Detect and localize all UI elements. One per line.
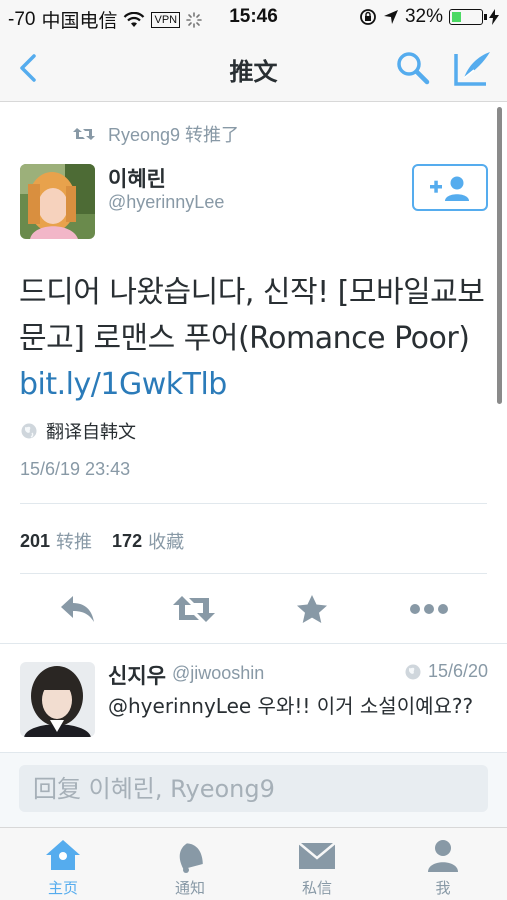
reply-author-handle[interactable]: @jiwooshin [172, 663, 264, 684]
search-icon[interactable] [393, 48, 433, 88]
envelope-icon [298, 841, 336, 869]
reply-icon [61, 596, 94, 622]
reply-author-avatar-image [20, 662, 95, 737]
reply-author-name[interactable]: 신지우 [108, 660, 166, 690]
rotation-lock-icon [360, 9, 376, 25]
tab-bar: 主页 通知 私信 我 [0, 827, 507, 900]
location-arrow-icon [383, 10, 398, 24]
retweet-count[interactable]: 201 [20, 531, 50, 552]
reply-compose-bar [0, 752, 507, 827]
reply-input[interactable] [19, 765, 488, 812]
retweet-label[interactable]: 转推 [56, 528, 92, 554]
star-icon [297, 595, 327, 623]
author-handle[interactable]: @hyerinnyLee [108, 192, 224, 213]
divider [20, 573, 487, 574]
tab-notifications[interactable]: 通知 [145, 832, 235, 898]
follow-button[interactable] [412, 164, 488, 211]
globe-icon [405, 664, 421, 679]
tab-me[interactable]: 我 [398, 832, 488, 898]
tab-label: 通知 [174, 880, 205, 897]
tweet-text-line: 드디어 나왔습니다, 신작! [모바일교보 [19, 275, 485, 310]
add-user-icon [430, 176, 469, 201]
divider [20, 503, 487, 504]
tweet-text: 드디어 나왔습니다, 신작! [모바일교보 문고] 로맨스 푸어(Romance… [19, 270, 491, 408]
tweet-link[interactable]: bit.ly/1GwkTlb [19, 362, 491, 408]
more-dots-icon [410, 604, 448, 614]
compose-icon[interactable] [452, 48, 494, 88]
favorite-count[interactable]: 172 [112, 531, 142, 552]
reply-meta: 15/6/20 [404, 661, 488, 682]
status-bar: -70 中国电信 VPN 15:46 32% [0, 0, 507, 34]
scrollbar[interactable] [497, 107, 502, 404]
tab-label: 私信 [301, 880, 332, 897]
retweet-small-icon [73, 128, 95, 140]
favorite-button[interactable] [290, 588, 334, 630]
battery-icon [449, 9, 487, 25]
battery-level [452, 12, 461, 22]
reply-text: @hyerinnyLee 우와!! 이거 소설이예요?? [108, 694, 474, 718]
reply-button[interactable] [56, 588, 100, 630]
person-icon [428, 839, 458, 872]
tweet-actions [0, 588, 507, 630]
globe-icon [21, 423, 37, 439]
chevron-left-icon[interactable] [10, 48, 46, 88]
home-icon [46, 839, 80, 870]
tweet-text-line: 문고] 로맨스 푸어(Romance Poor) [19, 321, 470, 356]
bell-icon [179, 842, 203, 873]
charging-bolt-icon [489, 9, 499, 25]
author-name[interactable]: 이혜린 [108, 163, 166, 193]
retweet-button[interactable] [172, 588, 216, 630]
more-button[interactable] [407, 588, 451, 630]
avatar[interactable] [20, 662, 95, 737]
tweet-stats: 201 转推 172 收藏 [20, 528, 184, 554]
translate-row[interactable]: 翻译自韩文 [20, 418, 136, 444]
tab-label: 主页 [47, 880, 78, 897]
retweet-context: Ryeong9 转推了 [72, 121, 239, 147]
tab-messages[interactable]: 私信 [272, 832, 362, 898]
status-right: 32% [359, 6, 499, 28]
divider [0, 643, 507, 644]
tab-label: 我 [435, 880, 451, 897]
tab-home[interactable]: 主页 [18, 832, 108, 898]
retweet-icon [173, 596, 215, 622]
author-avatar-image [20, 164, 95, 239]
retweet-context-text: Ryeong9 转推了 [108, 125, 240, 145]
tweet-timestamp: 15/6/19 23:43 [20, 459, 131, 479]
avatar[interactable] [20, 164, 95, 239]
translate-label[interactable]: 翻译自韩文 [46, 418, 136, 444]
battery-percent: 32% [404, 6, 443, 27]
favorite-label[interactable]: 收藏 [148, 528, 184, 554]
nav-bar: 推文 [0, 34, 507, 102]
reply-date: 15/6/20 [427, 661, 488, 681]
